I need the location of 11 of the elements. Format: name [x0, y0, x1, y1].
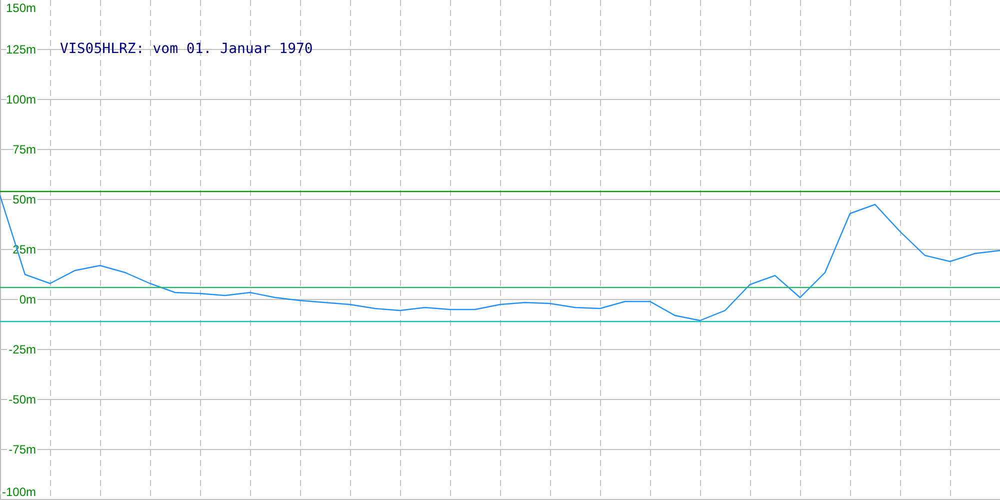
axis-label: 50m [12, 192, 36, 206]
axis-label: 0m [19, 292, 36, 306]
axis-label: 150m [6, 1, 36, 15]
chart-title: VIS05HLRZ: vom 01. Januar 1970 [60, 41, 313, 57]
axis-label: -75m [8, 442, 36, 456]
axis-label: -50m [8, 392, 36, 406]
axis-label: -25m [8, 342, 36, 356]
axis-label: 100m [6, 92, 36, 106]
axis-label: 125m [6, 42, 36, 56]
axis-label: 75m [12, 142, 36, 156]
axis-label: -100m [2, 485, 36, 499]
